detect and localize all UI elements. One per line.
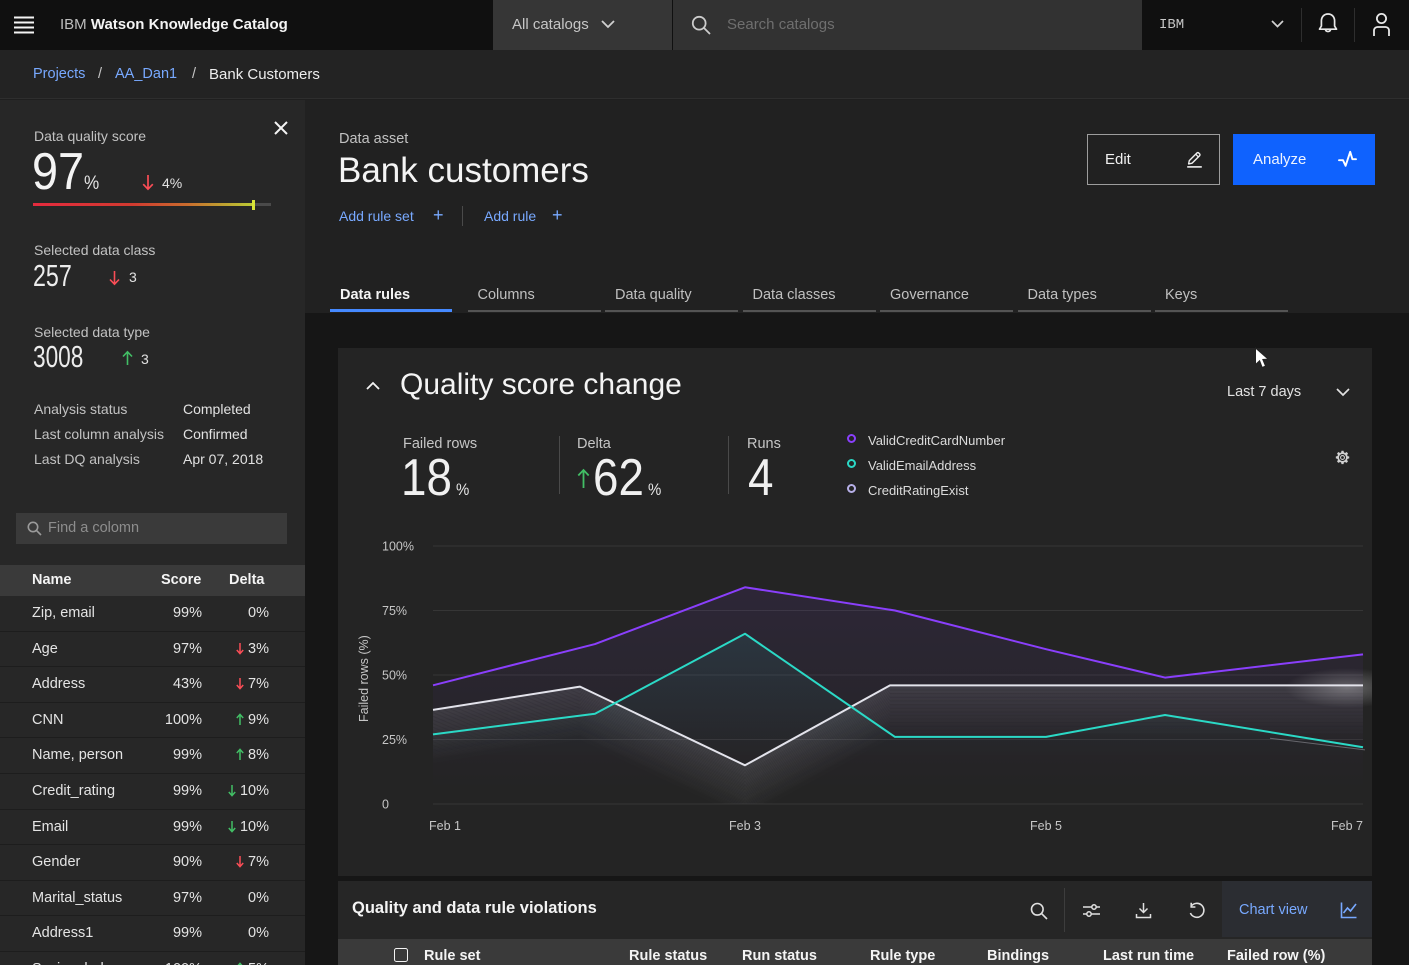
svg-text:Feb 5: Feb 5 [1030,819,1062,833]
svg-text:50%: 50% [382,669,407,683]
svg-text:100%: 100% [382,540,414,554]
svg-text:Feb 3: Feb 3 [729,819,761,833]
svg-text:Feb 1: Feb 1 [429,819,461,833]
svg-text:75%: 75% [382,604,407,618]
svg-text:25%: 25% [382,733,407,747]
svg-text:0: 0 [382,798,389,812]
svg-text:Feb 7: Feb 7 [1331,819,1363,833]
